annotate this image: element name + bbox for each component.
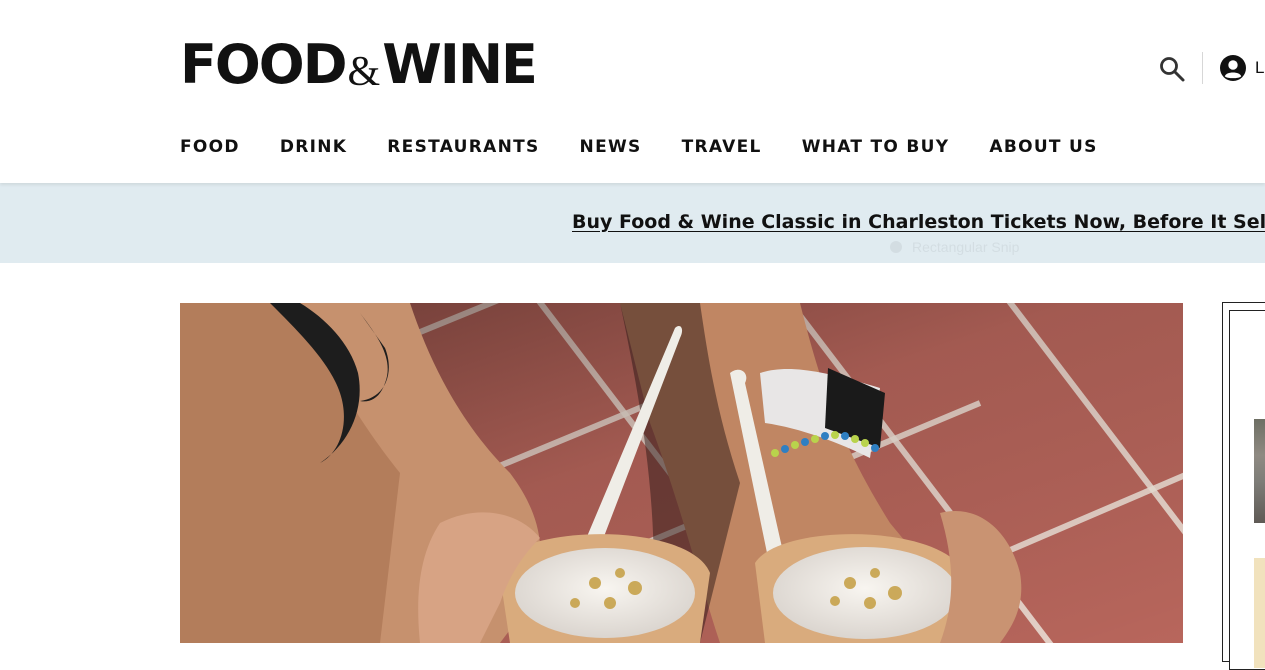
site-header: FOOD & WINE L FOOD DRINK RESTAURANTS NEW… (0, 0, 1265, 183)
sidebar-ad-image (1254, 419, 1265, 523)
logo-food: FOOD (180, 33, 348, 96)
sidebar-ad[interactable] (1222, 302, 1265, 670)
promo-link[interactable]: Buy Food & Wine Classic in Charleston Ti… (572, 211, 1265, 233)
logo-wine: WINE (382, 33, 538, 96)
sidebar-ad-image-2 (1254, 558, 1265, 668)
nav-item-food[interactable]: FOOD (180, 136, 240, 158)
search-button[interactable] (1158, 55, 1186, 83)
header-divider (1202, 52, 1203, 84)
search-icon (1160, 57, 1185, 82)
nav-item-restaurants[interactable]: RESTAURANTS (387, 136, 539, 158)
hero-photo-ice-cream-cups (180, 303, 1183, 643)
snip-tool-overlay: Rectangular Snip (890, 236, 1019, 258)
nav-item-drink[interactable]: DRINK (280, 136, 347, 158)
account-button[interactable]: L (1219, 53, 1265, 83)
nav-item-travel[interactable]: TRAVEL (682, 136, 762, 158)
main-navigation: FOOD DRINK RESTAURANTS NEWS TRAVEL WHAT … (180, 136, 1098, 158)
site-logo[interactable]: FOOD & WINE (180, 33, 538, 98)
nav-item-news[interactable]: NEWS (580, 136, 642, 158)
hero-image (180, 303, 1183, 643)
snip-overlay-label: Rectangular Snip (912, 239, 1020, 255)
account-label: L (1255, 58, 1265, 77)
logo-ampersand: & (347, 49, 381, 95)
account-circle-icon (1220, 55, 1246, 81)
snip-icon (890, 241, 902, 253)
nav-item-about-us[interactable]: ABOUT US (989, 136, 1097, 158)
nav-item-what-to-buy[interactable]: WHAT TO BUY (802, 136, 950, 158)
promo-banner: Buy Food & Wine Classic in Charleston Ti… (0, 183, 1265, 263)
